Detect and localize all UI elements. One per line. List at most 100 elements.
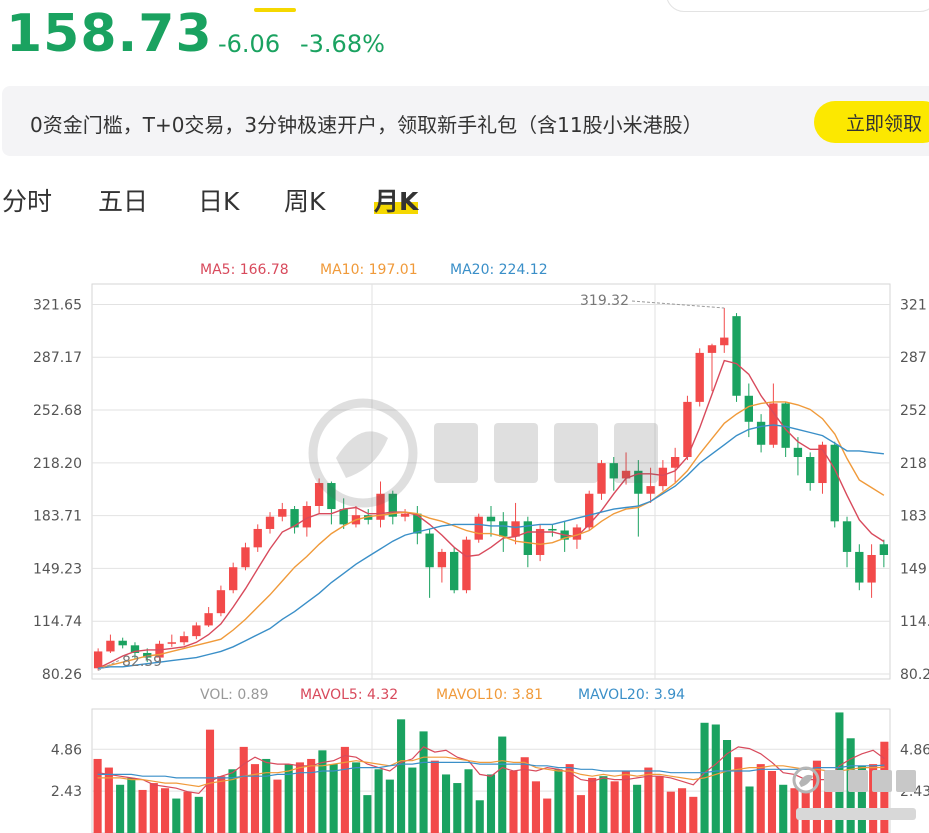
volume-bar <box>756 764 765 833</box>
volume-bar <box>531 781 541 833</box>
volume-bars <box>93 712 889 833</box>
volume-y-axis-left: 4.86 2.43 <box>51 742 82 800</box>
volume-bar <box>441 774 451 833</box>
volume-bar <box>767 771 777 833</box>
candle-body <box>793 447 803 458</box>
tab-daily-k[interactable]: 日K <box>198 182 239 218</box>
price-y-tick-label: 287.17 <box>33 350 82 366</box>
candle-body <box>842 521 852 552</box>
volume-bar <box>239 746 248 833</box>
volume-bar <box>408 767 417 833</box>
price-y-tick-label-right: 149 <box>900 561 927 577</box>
price-y-tick-label-right: 321 <box>900 297 927 313</box>
search-input[interactable] <box>666 0 929 12</box>
price-y-tick-label: 218.20 <box>33 456 82 472</box>
candle-body <box>695 352 704 402</box>
price-y-tick-label: 80.26 <box>42 667 82 683</box>
volume-y-tick-label: 2.43 <box>51 784 82 800</box>
ma-legend-item: MA10: 197.01 <box>320 262 418 278</box>
volume-bar <box>498 736 507 833</box>
price-y-tick-label: 252.68 <box>33 403 82 419</box>
price-change: -6.06 <box>218 30 281 58</box>
price-y-tick-label-right: 80.2 <box>900 667 929 683</box>
tab-five-day[interactable]: 五日 <box>98 182 148 218</box>
promo-banner: 0资金门槛，T+0交易，3分钟极速开户，领取新手礼包（含11股小米港股） 立即领… <box>2 86 929 156</box>
volume-bar <box>385 779 394 833</box>
volume-bar <box>588 777 597 833</box>
candle-body <box>278 509 287 517</box>
candle-body <box>400 513 410 517</box>
candle-body <box>179 636 189 643</box>
volume-bar <box>453 783 462 833</box>
candle-body <box>437 551 447 568</box>
volume-bar <box>486 774 496 833</box>
volume-bar <box>194 796 203 833</box>
candle-body <box>339 509 348 525</box>
tab-intraday[interactable]: 分时 <box>2 182 52 218</box>
volume-legend-item: MAVOL10: 3.81 <box>436 687 543 703</box>
candle-body <box>229 567 238 591</box>
tab-monthly-k[interactable]: 月K <box>374 182 418 218</box>
candle-body <box>707 345 717 353</box>
price-y-axis-right: 321 287 252 218 183 149 114. 80.2 <box>900 297 929 683</box>
price-y-tick-label: 149.23 <box>33 561 82 577</box>
candle-body <box>535 528 545 555</box>
volume-bar <box>307 758 316 833</box>
volume-bar <box>520 757 529 833</box>
candle-body <box>499 521 508 537</box>
volume-bar <box>666 791 675 833</box>
nav-active-indicator <box>254 8 296 12</box>
candle-body <box>241 547 250 568</box>
claim-now-button[interactable]: 立即领取 <box>814 101 929 143</box>
volume-bar <box>464 769 473 833</box>
candle-body <box>867 554 876 583</box>
low-marker-label: 82.59 <box>122 654 162 670</box>
tab-weekly-k[interactable]: 周K <box>284 182 325 218</box>
ma-legend: MA5: 166.78 MA10: 197.01 MA20: 224.12 <box>200 262 548 278</box>
price-y-tick-label-right: 252 <box>900 403 927 419</box>
volume-bar <box>621 771 630 833</box>
volume-bar <box>340 746 349 833</box>
volume-bar <box>475 800 484 833</box>
volume-bar <box>509 771 518 833</box>
price-y-tick-label-right: 114. <box>900 614 929 630</box>
volume-bar <box>262 758 271 833</box>
candle-body <box>879 544 889 555</box>
candle-body <box>756 421 766 445</box>
candle-body <box>855 551 864 583</box>
volume-bar <box>610 781 619 833</box>
ma-legend-item: MA20: 224.12 <box>450 262 548 278</box>
volume-bar <box>543 798 552 833</box>
candle-body <box>93 651 103 669</box>
promo-banner-text: 0资金门槛，T+0交易，3分钟极速开户，领取新手礼包（含11股小米港股） <box>30 113 703 137</box>
volume-legend-item: MAVOL5: 4.32 <box>300 687 398 703</box>
candle-body <box>486 516 496 522</box>
volume-y-tick-label-right: 4.86 <box>900 742 929 758</box>
price-y-tick-label-right: 183 <box>900 509 927 525</box>
candle-body <box>462 539 471 591</box>
volume-bar <box>138 789 147 833</box>
candle-body <box>216 590 226 614</box>
volume-bar <box>363 795 372 833</box>
kline-chart[interactable]: 321.65 287.17 252.68 218.20 183.71 149.23 114.… <box>0 250 929 833</box>
candle-body <box>720 337 729 346</box>
volume-bar <box>745 786 754 833</box>
ma-legend-item: MA5: 166.78 <box>200 262 289 278</box>
volume-bar <box>430 760 439 833</box>
candle-body <box>732 316 741 396</box>
volume-bar <box>678 788 687 833</box>
price-y-tick-label-right: 218 <box>900 456 927 472</box>
volume-bar <box>599 776 608 833</box>
volume-bar <box>217 776 226 833</box>
high-marker-label: 319.32 <box>580 293 629 309</box>
volume-legend-item: MAVOL20: 3.94 <box>578 687 685 703</box>
volume-bar <box>689 796 698 833</box>
candle-body <box>511 521 520 537</box>
volume-bar <box>149 783 158 833</box>
volume-bar <box>116 784 125 833</box>
volume-legend-item: VOL: 0.89 <box>200 687 269 703</box>
tiger-community-logo <box>792 766 916 820</box>
volume-bar <box>161 788 170 833</box>
volume-bar <box>576 795 585 833</box>
price-y-axis-left: 321.65 287.17 252.68 218.20 183.71 149.23 114.… <box>33 297 82 683</box>
